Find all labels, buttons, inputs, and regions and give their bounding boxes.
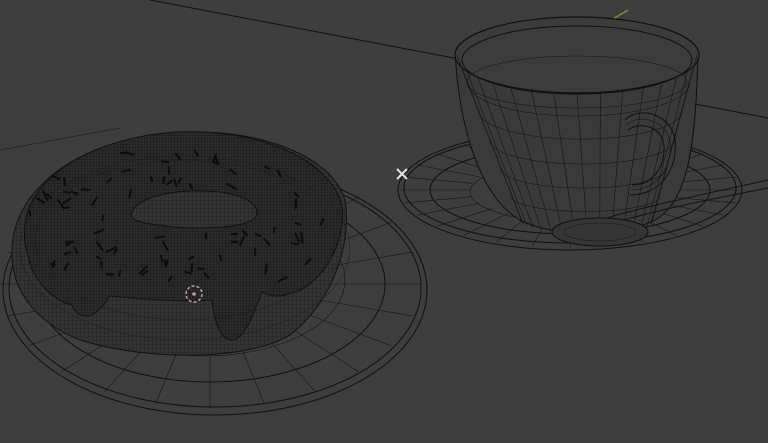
teacup[interactable] — [454, 16, 700, 234]
wire-edge — [62, 206, 70, 210]
wire-edge — [416, 164, 480, 178]
wire-edge — [404, 176, 473, 184]
wire-edge — [300, 232, 304, 244]
wire-edge — [300, 311, 393, 347]
wire-edge — [463, 213, 508, 236]
wire-edge — [160, 254, 164, 264]
wire-edge — [294, 222, 302, 226]
wire-edge — [50, 263, 57, 267]
wire-edge — [290, 242, 299, 246]
wire-edge — [264, 263, 268, 275]
donut[interactable] — [11, 131, 351, 356]
wire-edge — [128, 189, 132, 199]
wire-edge — [63, 177, 67, 187]
wire-edge — [416, 202, 480, 216]
wire-edge — [230, 232, 239, 236]
wire-edge — [163, 259, 167, 266]
wire-edge — [100, 261, 103, 269]
wire-edge — [160, 160, 170, 164]
wire-edge — [162, 176, 166, 185]
wire-edge — [154, 235, 166, 239]
wire-edge — [404, 196, 473, 204]
wire-edge — [62, 190, 71, 194]
wire-edge — [311, 298, 413, 317]
scene-svg — [0, 0, 768, 416]
wire-edge — [273, 226, 276, 233]
wire-edge — [28, 210, 32, 217]
wire-edge — [64, 240, 75, 244]
wire-edge — [81, 188, 91, 191]
wire-edge — [101, 214, 105, 222]
wire-edge — [190, 263, 194, 272]
wire-edge — [437, 208, 492, 227]
wire-edge — [149, 176, 154, 182]
3d-viewport[interactable] — [0, 0, 768, 443]
wire-edge — [117, 270, 122, 277]
wire-edge — [219, 254, 222, 261]
